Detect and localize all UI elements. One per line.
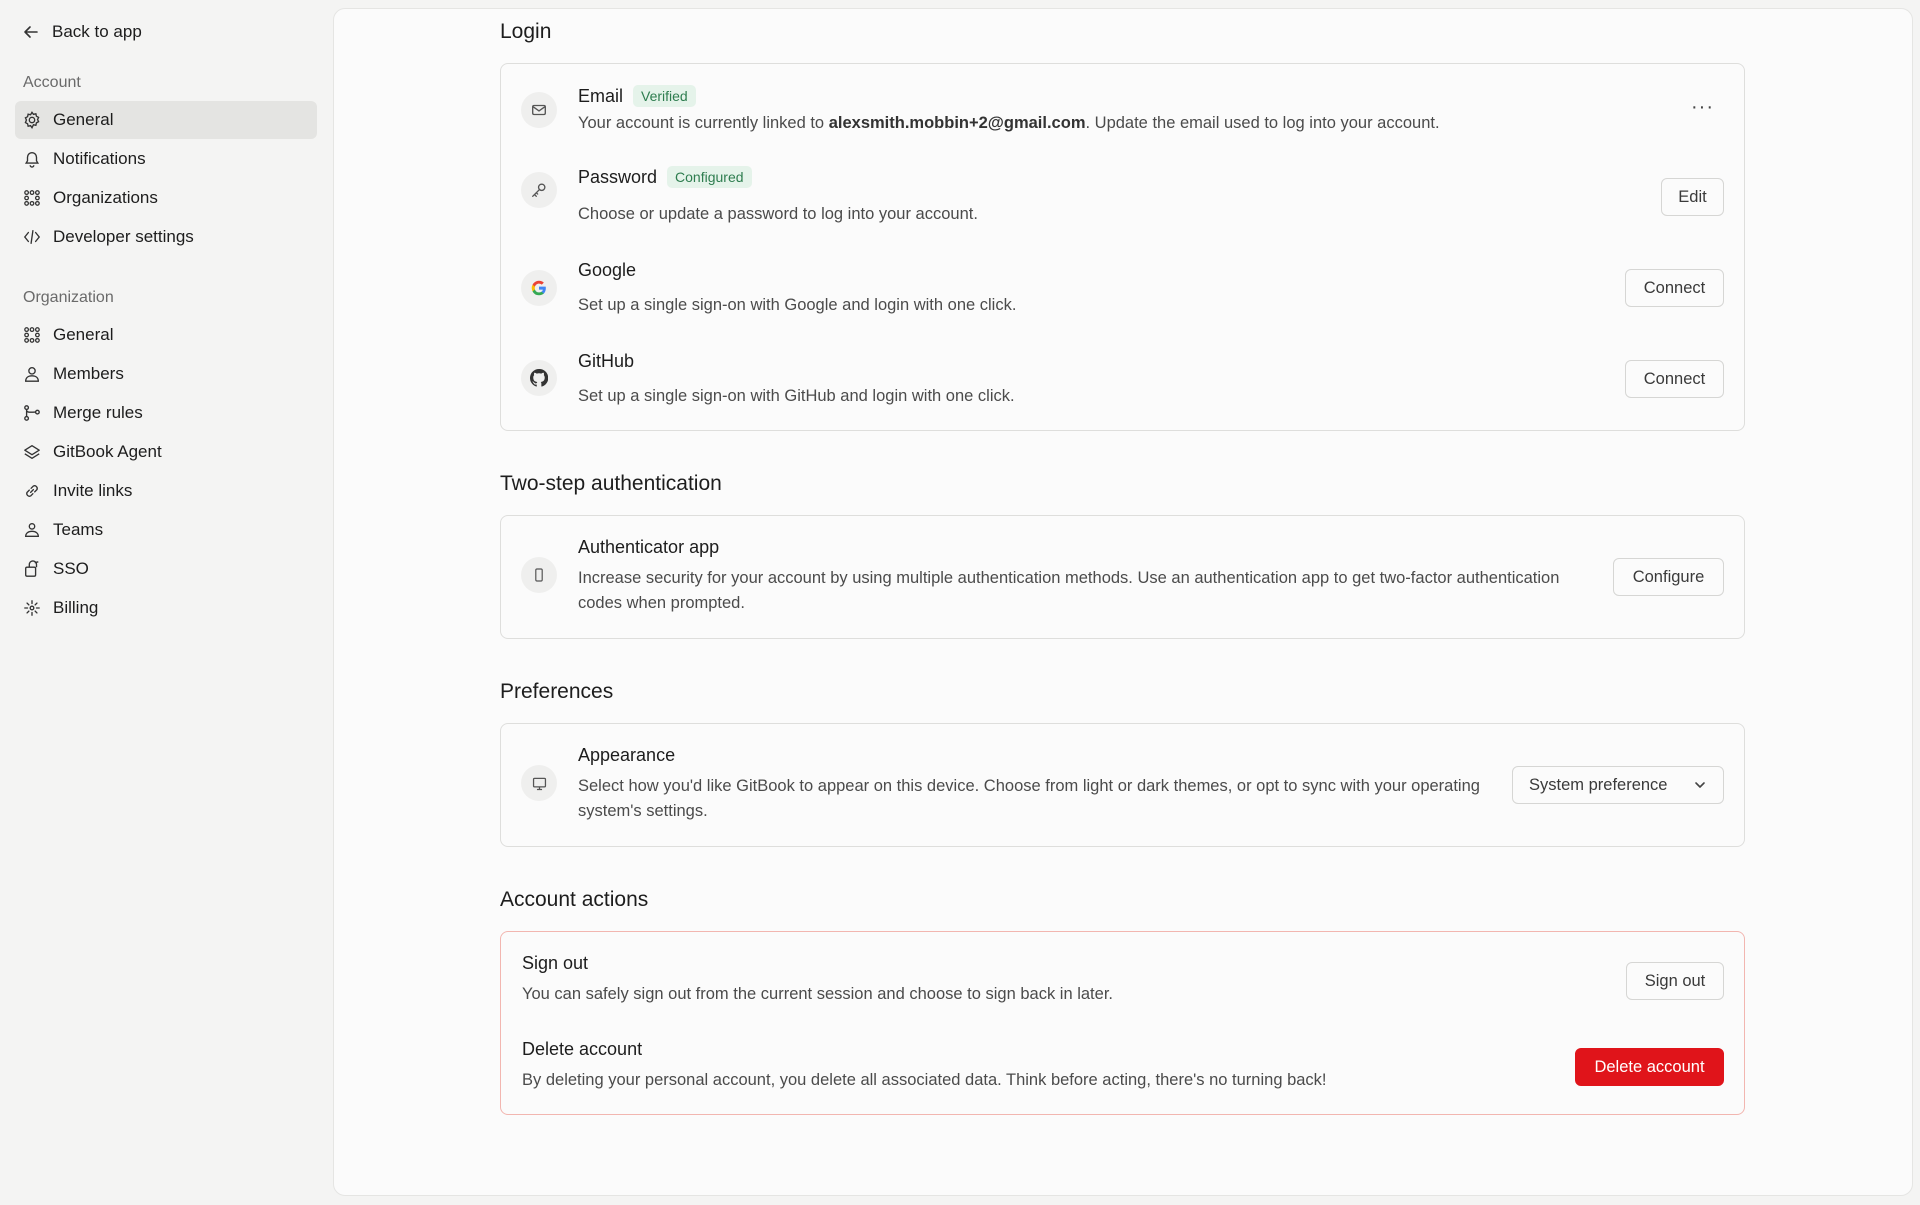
arrow-left-icon: [24, 26, 38, 38]
google-icon: [521, 270, 557, 306]
sidebar-item-label: General: [53, 110, 114, 129]
sign-out-title: Sign out: [522, 953, 589, 973]
team-icon: [25, 523, 39, 537]
sidebar-item-developer-settings[interactable]: Developer settings: [15, 218, 317, 256]
authenticator-app-title: Authenticator app: [578, 537, 720, 557]
sidebar-item-org-general[interactable]: General: [15, 316, 317, 354]
code-icon: [23, 230, 41, 244]
login-section-title: Login: [500, 20, 552, 43]
sidebar-item-label: Organizations: [53, 188, 158, 207]
email-description: Your account is currently linked to alex…: [578, 111, 1440, 136]
sidebar-item-label: Billing: [53, 598, 99, 617]
merge-icon: [24, 405, 40, 421]
sidebar-item-label: Developer settings: [53, 227, 194, 246]
connect-github-button[interactable]: Connect: [1625, 360, 1724, 398]
sign-out-description: You can safely sign out from the current…: [522, 985, 1113, 1003]
password-description: Choose or update a password to log into …: [578, 205, 978, 223]
sidebar-item-organizations[interactable]: Organizations: [15, 179, 317, 217]
delete-account-button[interactable]: Delete account: [1575, 1048, 1724, 1086]
email-title-wrap: Email Verified: [578, 85, 696, 107]
sidebar-item-label: Merge rules: [53, 403, 143, 422]
sidebar-item-label: Invite links: [53, 481, 133, 500]
email-row: Email Verified Your account is currently…: [501, 64, 1744, 152]
sign-out-button[interactable]: Sign out: [1626, 962, 1724, 1000]
sidebar-item-label: Teams: [53, 520, 104, 539]
grid-dots-icon: [24, 190, 40, 206]
preferences-section-title: Preferences: [500, 680, 614, 703]
sidebar-item-gitbook-agent[interactable]: GitBook Agent: [15, 433, 317, 471]
sso-icon: [25, 560, 39, 577]
sidebar-item-merge-rules[interactable]: Merge rules: [15, 394, 317, 432]
sidebar-item-billing[interactable]: Billing: [15, 589, 317, 627]
edit-password-button[interactable]: Edit: [1661, 178, 1724, 216]
google-description: Set up a single sign-on with Google and …: [578, 296, 1017, 314]
organization-heading: Organization: [23, 289, 114, 306]
link-icon: [26, 485, 38, 497]
appearance-title: Appearance: [578, 745, 676, 765]
sidebar-item-members[interactable]: Members: [15, 355, 317, 393]
email-address: alexsmith.mobbin+2@gmail.com: [828, 114, 1086, 132]
sidebar-item-invite-links[interactable]: Invite links: [15, 472, 317, 510]
sidebar: Back to app Account General Notification…: [0, 0, 333, 1205]
account-actions-section-title: Account actions: [500, 888, 649, 911]
login-card: Email Verified Your account is currently…: [500, 63, 1745, 431]
email-desc-prefix: Your account is currently linked to: [578, 114, 829, 132]
sidebar-item-label: SSO: [53, 559, 89, 578]
connect-google-button[interactable]: Connect: [1625, 269, 1724, 307]
sidebar-item-label: Members: [53, 364, 124, 383]
agent-icon: [24, 445, 40, 459]
monitor-icon: [521, 765, 557, 801]
configured-badge: Configured: [667, 166, 752, 188]
two-step-card: Authenticator app Increase security for …: [500, 515, 1745, 639]
sidebar-item-label: GitBook Agent: [53, 442, 162, 461]
user-icon: [25, 367, 39, 382]
sidebar-item-teams[interactable]: Teams: [15, 511, 317, 549]
google-title: Google: [578, 260, 637, 280]
key-icon: [521, 172, 557, 208]
delete-account-title: Delete account: [522, 1039, 643, 1059]
email-title: Email: [578, 85, 624, 106]
password-title-wrap: Password Configured: [578, 166, 752, 188]
chevron-down-icon: [1695, 782, 1705, 788]
github-title: GitHub: [578, 351, 635, 371]
phone-icon: [521, 557, 557, 593]
back-to-app-label: Back to app: [52, 22, 142, 41]
authenticator-app-description: Increase security for your account by us…: [578, 569, 1560, 612]
appearance-select[interactable]: System preference: [1512, 766, 1724, 804]
preferences-card: Appearance Select how you'd like GitBook…: [500, 723, 1745, 847]
email-more-menu-icon[interactable]: ···: [1691, 96, 1714, 119]
appearance-select-value: System preference: [1529, 775, 1668, 794]
grid-dots-icon: [24, 327, 40, 343]
github-icon: [521, 360, 557, 396]
sidebar-item-account-general[interactable]: General: [15, 101, 317, 139]
account-heading: Account: [23, 74, 81, 91]
sidebar-item-sso[interactable]: SSO: [15, 550, 317, 588]
gear-icon: [24, 111, 40, 129]
sidebar-item-label: General: [53, 325, 114, 344]
billing-icon: [24, 600, 40, 616]
password-title: Password: [578, 166, 658, 187]
two-step-section-title: Two-step authentication: [500, 472, 722, 495]
bell-icon: [24, 152, 40, 168]
back-to-app-link[interactable]: Back to app: [22, 22, 142, 42]
email-desc-suffix: . Update the email used to log into your…: [1085, 114, 1440, 132]
sidebar-item-notifications[interactable]: Notifications: [15, 140, 317, 178]
configure-authenticator-button[interactable]: Configure: [1613, 558, 1724, 596]
account-actions-card: Sign out You can safely sign out from th…: [500, 931, 1745, 1115]
sidebar-item-label: Notifications: [53, 149, 146, 168]
delete-account-description: By deleting your personal account, you d…: [522, 1071, 1327, 1089]
appearance-description: Select how you'd like GitBook to appear …: [578, 777, 1480, 820]
verified-badge: Verified: [633, 85, 696, 107]
mail-icon: [521, 92, 557, 128]
github-description: Set up a single sign-on with GitHub and …: [578, 387, 1015, 405]
